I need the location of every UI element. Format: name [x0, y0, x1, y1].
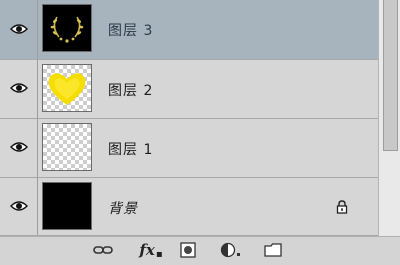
- layer-thumbnail: [42, 64, 92, 112]
- layer-row-background[interactable]: 背景: [0, 178, 378, 236]
- layer-name: 图层 1: [108, 142, 154, 158]
- link-layers-button[interactable]: [92, 241, 114, 259]
- wreath-thumbnail-icon: [43, 5, 91, 51]
- layer-mask-icon: [180, 242, 196, 258]
- eye-icon: [10, 24, 28, 34]
- scrollbar-thumb[interactable]: [383, 0, 398, 151]
- adjustment-layer-icon: [220, 242, 240, 258]
- layer-row-2[interactable]: 图层 2: [0, 60, 378, 119]
- layer-thumbnail: [42, 4, 92, 52]
- layer-row-3[interactable]: 图层 3: [0, 0, 378, 60]
- layer-thumbnail: [42, 123, 92, 171]
- scrollbar[interactable]: [378, 0, 400, 236]
- layer-name: 背景: [108, 201, 138, 217]
- layers-footer-toolbar: fx ▪: [0, 236, 400, 265]
- eye-icon: [10, 142, 28, 152]
- visibility-toggle[interactable]: [0, 60, 38, 118]
- visibility-toggle[interactable]: [0, 119, 38, 177]
- adjustment-layer-button[interactable]: [218, 241, 244, 259]
- eye-icon: [10, 83, 28, 93]
- layer-style-icon: fx: [139, 241, 155, 259]
- visibility-toggle[interactable]: [0, 0, 38, 59]
- eye-icon: [10, 201, 28, 211]
- layer-name: 图层 2: [108, 83, 154, 99]
- link-layers-icon: [93, 246, 113, 254]
- layer-thumbnail: [42, 182, 92, 230]
- layer-name: 图层 3: [108, 23, 154, 39]
- visibility-toggle[interactable]: [0, 178, 38, 235]
- dropdown-dot-icon: ▪: [155, 248, 163, 260]
- add-layer-mask-button[interactable]: [178, 241, 198, 259]
- layers-panel: 图层 3 图层 2 图层 1 背景 fx ▪: [0, 0, 400, 265]
- heart-thumbnail-icon: [48, 73, 86, 105]
- lock-icon: [336, 200, 348, 214]
- new-group-button[interactable]: [262, 241, 284, 259]
- layer-style-button[interactable]: fx ▪: [136, 241, 166, 260]
- layer-row-1[interactable]: 图层 1: [0, 119, 378, 178]
- new-group-icon: [264, 243, 282, 257]
